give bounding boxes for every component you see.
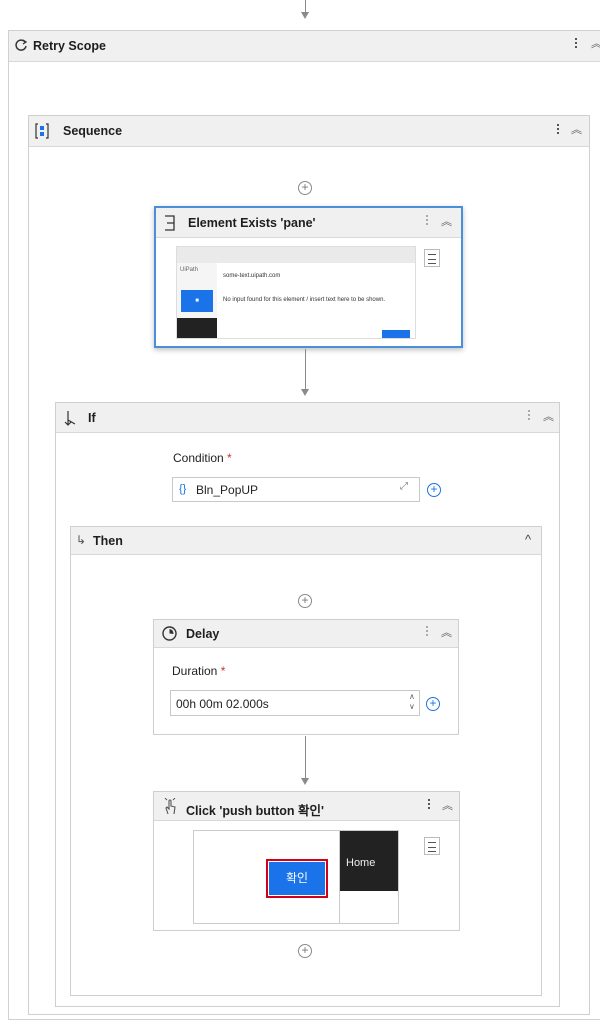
element-exists-collapse-icon[interactable]: ︽ bbox=[441, 217, 452, 228]
preview-url-text: some-text.uipath.com bbox=[223, 273, 281, 279]
preview-side-label: UiPath bbox=[180, 267, 199, 273]
click-title: Click 'push button 확인' bbox=[186, 804, 324, 818]
condition-required-mark: * bbox=[227, 451, 232, 465]
retry-scope-title: Retry Scope bbox=[33, 39, 106, 53]
duration-input[interactable]: 00h 00m 02.000s ∧ ∨ bbox=[170, 690, 420, 716]
duration-spinner-icon[interactable]: ∧ ∨ bbox=[409, 692, 415, 712]
click-preview: Home 확인 bbox=[193, 830, 399, 924]
click-hand-icon bbox=[164, 798, 176, 815]
element-exists-preview: UiPath ■ some-text.uipath.com No input f… bbox=[176, 246, 416, 339]
connector-arrow-2 bbox=[301, 778, 309, 785]
connector-line-1 bbox=[305, 349, 306, 389]
delay-clock-icon bbox=[162, 626, 177, 641]
element-exists-title: Element Exists 'pane' bbox=[188, 216, 316, 230]
connector-arrow-1 bbox=[301, 389, 309, 396]
click-header[interactable]: Click 'push button 확인' ︽ bbox=[154, 792, 459, 821]
if-title: If bbox=[88, 411, 96, 425]
sequence-header[interactable]: Sequence ︽ bbox=[29, 116, 589, 147]
preview-blue-tile: ■ bbox=[181, 290, 213, 312]
add-activity-plus-icon-2[interactable]: + bbox=[298, 594, 312, 608]
then-arrow-icon: ↳ bbox=[76, 533, 87, 547]
delay-collapse-icon[interactable]: ︽ bbox=[441, 628, 452, 639]
add-activity-plus-icon-3[interactable]: + bbox=[298, 944, 312, 958]
add-activity-plus-icon[interactable]: + bbox=[298, 181, 312, 195]
if-menu-icon[interactable] bbox=[528, 408, 531, 422]
condition-value: Bln_PopUP bbox=[196, 483, 259, 497]
duration-required-mark: * bbox=[220, 664, 226, 678]
preview-body-text: No input found for this element / insert… bbox=[223, 297, 386, 303]
click-options-icon[interactable] bbox=[424, 837, 440, 855]
click-collapse-icon[interactable]: ︽ bbox=[442, 801, 453, 812]
preview-dark-tile bbox=[177, 318, 217, 338]
top-connector-line bbox=[305, 0, 306, 12]
duration-label: Duration * bbox=[172, 664, 226, 678]
retry-scope-collapse-icon[interactable]: ︽ bbox=[591, 39, 600, 50]
element-exists-icon bbox=[165, 215, 175, 231]
condition-add-plus-icon[interactable]: + bbox=[427, 483, 441, 497]
then-collapse-icon[interactable]: ^ bbox=[525, 532, 531, 547]
top-connector-arrow bbox=[301, 12, 309, 19]
sequence-collapse-icon[interactable]: ︽ bbox=[571, 125, 582, 136]
preview-home-pane: Home bbox=[340, 831, 398, 891]
delay-menu-icon[interactable] bbox=[426, 624, 429, 638]
expression-icon: {} bbox=[179, 483, 187, 495]
then-header[interactable]: ↳ Then ^ bbox=[71, 527, 541, 555]
preview-confirm-button: 확인 bbox=[266, 859, 328, 898]
click-menu-icon[interactable] bbox=[428, 797, 431, 811]
preview-top-bar bbox=[177, 247, 415, 263]
retry-scope-header[interactable]: Retry Scope ︽ bbox=[9, 31, 600, 62]
delay-header[interactable]: Delay ︽ bbox=[154, 620, 458, 648]
element-exists-header[interactable]: Element Exists 'pane' ︽ bbox=[156, 208, 461, 238]
element-exists-options-icon[interactable] bbox=[424, 249, 440, 267]
preview-left-panel: UiPath ■ bbox=[177, 263, 217, 338]
then-title: Then bbox=[93, 534, 123, 548]
sequence-title: Sequence bbox=[63, 124, 123, 138]
condition-input[interactable]: {} Bln_PopUP ⤢ bbox=[172, 477, 420, 502]
sequence-icon bbox=[35, 123, 49, 139]
if-collapse-icon[interactable]: ︽ bbox=[543, 412, 554, 423]
delay-title: Delay bbox=[186, 627, 220, 641]
retry-scope-menu-icon[interactable] bbox=[575, 36, 578, 50]
expand-editor-icon[interactable]: ⤢ bbox=[400, 481, 408, 492]
element-exists-menu-icon[interactable] bbox=[426, 213, 429, 227]
sequence-menu-icon[interactable] bbox=[557, 122, 560, 136]
if-header[interactable]: If ︽ bbox=[56, 403, 559, 433]
if-branch-icon bbox=[64, 411, 76, 426]
retry-icon bbox=[15, 39, 28, 51]
preview-home-label: Home bbox=[346, 857, 376, 869]
connector-line-2 bbox=[305, 736, 306, 778]
duration-value: 00h 00m 02.000s bbox=[176, 697, 269, 711]
preview-blue-button: OK bbox=[382, 330, 410, 338]
condition-label: Condition * bbox=[173, 451, 232, 465]
preview-confirm-inner: 확인 bbox=[269, 862, 325, 895]
duration-add-plus-icon[interactable]: + bbox=[426, 697, 440, 711]
